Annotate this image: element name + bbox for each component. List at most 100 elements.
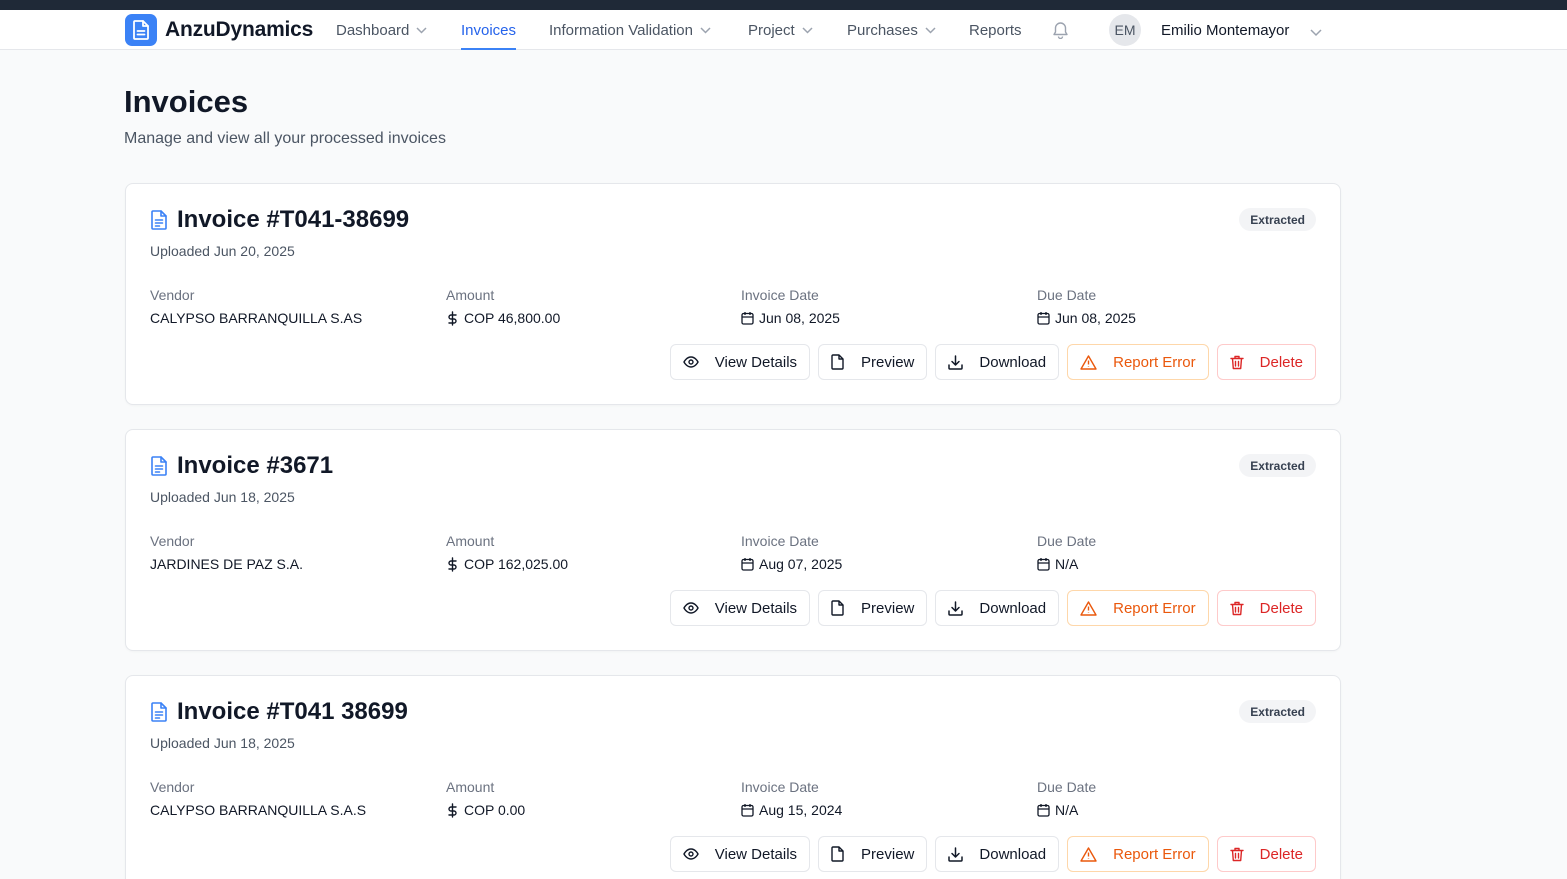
invoice-card-header: Invoice #T041 38699	[150, 698, 408, 726]
delete-button[interactable]: Delete	[1216, 590, 1316, 626]
invoice-card: Invoice #T041-38699 Uploaded Jun 20, 202…	[125, 183, 1341, 405]
trash-icon	[1229, 847, 1244, 862]
eye-icon	[682, 848, 699, 860]
invoice-title: Invoice #T041-38699	[177, 206, 410, 233]
due-date-label: Due Date	[1037, 779, 1097, 795]
due-date-value: N/A	[1037, 556, 1096, 572]
view-details-button[interactable]: View Details	[669, 344, 811, 380]
file-icon	[831, 600, 845, 616]
calendar-icon	[1037, 557, 1050, 571]
nav-information-validation[interactable]: Information Validation	[549, 10, 711, 50]
preview-button[interactable]: Preview	[818, 836, 928, 872]
download-icon	[948, 600, 964, 616]
download-button[interactable]: Download	[935, 344, 1060, 380]
vendor-value: CALYPSO BARRANQUILLA S.A.S	[150, 802, 366, 818]
trash-icon	[1229, 601, 1244, 616]
invoice-date-text: Aug 15, 2024	[759, 802, 843, 818]
invoice-date-text: Aug 07, 2025	[759, 556, 843, 572]
bell-icon[interactable]	[1052, 21, 1069, 44]
chevron-down-icon	[416, 26, 427, 34]
nav-purchases-label: Purchases	[847, 21, 918, 39]
amount-label: Amount	[446, 533, 495, 549]
warning-triangle-icon	[1080, 846, 1097, 862]
invoice-date-value: Aug 07, 2025	[741, 556, 842, 572]
preview-button[interactable]: Preview	[818, 590, 928, 626]
file-text-icon	[150, 456, 168, 476]
vendor-label: Vendor	[150, 287, 195, 303]
nav-dashboard-label: Dashboard	[336, 21, 410, 39]
vendor-text: JARDINES DE PAZ S.A.	[150, 556, 303, 572]
amount-value: COP 46,800.00	[446, 310, 560, 326]
top-navbar: AnzuDynamics Dashboard Invoices Informat…	[0, 10, 1567, 50]
user-name[interactable]: Emilio Montemayor	[1161, 22, 1289, 39]
amount-field: Amount COP 46,800.00	[446, 287, 560, 326]
delete-button[interactable]: Delete	[1216, 836, 1316, 872]
calendar-icon	[1037, 803, 1050, 817]
vendor-label: Vendor	[150, 533, 195, 549]
invoice-uploaded-date: Uploaded Jun 18, 2025	[150, 735, 295, 751]
due-date-label: Due Date	[1037, 533, 1097, 549]
nav-invoices[interactable]: Invoices	[461, 10, 517, 50]
vendor-value: JARDINES DE PAZ S.A.	[150, 556, 303, 572]
file-icon	[831, 846, 845, 862]
chevron-down-icon	[802, 26, 813, 34]
dollar-icon	[446, 310, 459, 326]
invoice-date-label: Invoice Date	[741, 533, 819, 549]
preview-label: Preview	[861, 599, 915, 617]
nav-project[interactable]: Project	[748, 10, 813, 50]
preview-button[interactable]: Preview	[818, 344, 928, 380]
brand-name: AnzuDynamics	[165, 18, 314, 41]
report-error-button[interactable]: Report Error	[1067, 836, 1209, 872]
page-subtitle: Manage and view all your processed invoi…	[124, 130, 446, 147]
amount-text: COP 162,025.00	[464, 556, 569, 572]
status-badge: Extracted	[1239, 700, 1316, 723]
report-error-button[interactable]: Report Error	[1067, 344, 1209, 380]
report-error-label: Report Error	[1113, 845, 1196, 863]
download-button[interactable]: Download	[935, 836, 1060, 872]
invoice-date-text: Jun 08, 2025	[759, 310, 840, 326]
view-details-label: View Details	[714, 353, 798, 371]
chevron-down-icon[interactable]	[1310, 24, 1322, 42]
delete-button[interactable]: Delete	[1216, 344, 1316, 380]
nav-dashboard[interactable]: Dashboard	[336, 10, 427, 50]
invoice-title: Invoice #T041 38699	[177, 698, 408, 725]
calendar-icon	[1037, 311, 1050, 325]
nav-project-label: Project	[748, 21, 795, 39]
vendor-text: CALYPSO BARRANQUILLA S.AS	[150, 310, 363, 326]
view-details-label: View Details	[714, 599, 798, 617]
vendor-label: Vendor	[150, 779, 195, 795]
os-top-strip	[0, 0, 1567, 10]
invoice-card: Invoice #T041 38699 Uploaded Jun 18, 202…	[125, 675, 1341, 879]
preview-label: Preview	[861, 353, 915, 371]
view-details-button[interactable]: View Details	[669, 590, 811, 626]
invoice-uploaded-date: Uploaded Jun 18, 2025	[150, 489, 295, 505]
invoice-actions: View Details Preview Download Report Err…	[662, 344, 1316, 380]
amount-text: COP 46,800.00	[464, 310, 561, 326]
view-details-button[interactable]: View Details	[669, 836, 811, 872]
nav-purchases[interactable]: Purchases	[847, 10, 936, 50]
invoice-card-header: Invoice #T041-38699	[150, 206, 409, 234]
invoice-date-label: Invoice Date	[741, 287, 819, 303]
eye-icon	[682, 602, 699, 614]
chevron-down-icon	[700, 26, 711, 34]
brand[interactable]: AnzuDynamics	[125, 14, 313, 46]
download-button[interactable]: Download	[935, 590, 1060, 626]
file-text-icon	[150, 702, 168, 722]
amount-value: COP 162,025.00	[446, 556, 568, 572]
file-icon	[831, 354, 845, 370]
amount-text: COP 0.00	[464, 802, 526, 818]
due-date-text: N/A	[1055, 556, 1079, 572]
chevron-down-icon	[925, 26, 936, 34]
dollar-icon	[446, 556, 459, 572]
warning-triangle-icon	[1080, 600, 1097, 616]
vendor-field: Vendor CALYPSO BARRANQUILLA S.AS	[150, 287, 362, 326]
invoice-card-header: Invoice #3671	[150, 452, 333, 480]
vendor-text: CALYPSO BARRANQUILLA S.A.S	[150, 802, 367, 818]
vendor-field: Vendor JARDINES DE PAZ S.A.	[150, 533, 303, 572]
nav-reports[interactable]: Reports	[969, 10, 1022, 50]
report-error-button[interactable]: Report Error	[1067, 590, 1209, 626]
amount-value: COP 0.00	[446, 802, 525, 818]
nav-invoices-label: Invoices	[461, 21, 517, 39]
avatar[interactable]: EM	[1109, 14, 1141, 46]
status-badge: Extracted	[1239, 208, 1316, 231]
